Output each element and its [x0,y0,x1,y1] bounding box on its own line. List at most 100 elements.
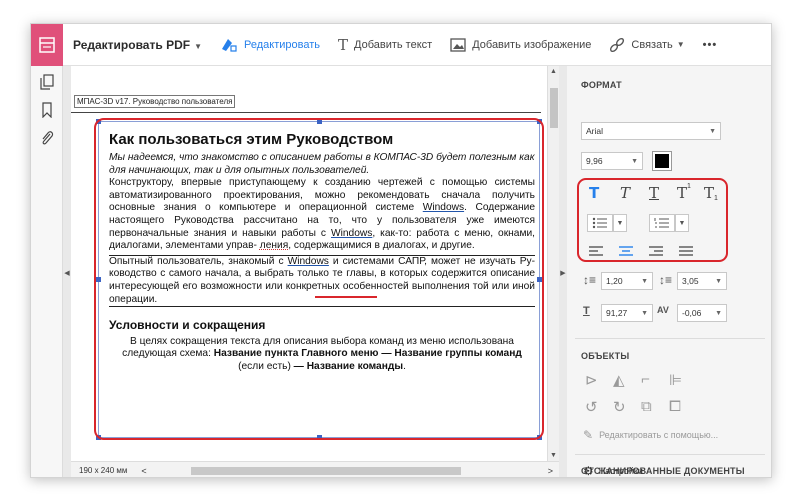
chevron-down-icon: ▼ [641,277,648,285]
paragraph-2: Опытный пользователь, знакомый с Windows… [109,254,535,308]
edit-button[interactable]: Редактировать [220,37,320,53]
acrobat-window: Редактировать PDF ▼ Редактировать T Добав… [30,23,772,478]
scroll-left-arrow[interactable]: < [141,466,146,476]
character-spacing-select[interactable]: -0,06 ▼ [677,304,727,322]
font-family-value: Arial [586,126,604,136]
paragraph-3: В целях сокращения текста для описания в… [109,336,535,374]
edit-pdf-menu[interactable]: Редактировать PDF ▼ [73,38,202,52]
more-icon: ••• [702,38,718,51]
toolbar: Редактировать PDF ▼ Редактировать T Добав… [31,24,771,66]
collapse-right-panel-button[interactable]: ▶ [559,66,567,477]
font-family-select[interactable]: Arial ▼ [581,122,721,140]
scroll-up-arrow[interactable]: ▲ [550,68,557,75]
more-options-button[interactable]: ••• [703,39,718,51]
windows-term: Windows [287,255,329,267]
align-center-icon[interactable] [619,246,633,256]
crop-icon[interactable]: ⌐ [641,371,650,388]
scroll-right-arrow[interactable]: > [548,466,553,476]
settings-button[interactable]: ⚙ Настройки [583,464,643,478]
edit-button-label: Редактировать [244,38,320,51]
flip-horizontal-icon[interactable]: ◭ [613,371,625,389]
paragraph-spacing-value: 3,05 [682,276,699,286]
add-text-button[interactable]: T Добавить текст [338,36,432,54]
add-image-label: Добавить изображение [472,38,592,51]
link-button[interactable]: Связать ▼ [609,37,685,53]
rotate-right-icon[interactable]: ↻ [613,398,626,416]
header-rule [71,112,541,113]
bullet-list-dropdown[interactable]: ▼ [613,214,627,232]
paragraph-spacing-select[interactable]: 3,05 ▼ [677,272,727,290]
edit-cursor-icon [222,38,237,52]
flip-vertical-icon[interactable]: ⊳ [585,371,598,389]
chevron-down-icon: ▼ [641,309,648,317]
vertical-scrollbar[interactable]: ▲ ▼ [547,66,559,461]
add-text-label: Добавить текст [354,38,433,51]
menu-path-bold: Название пункта Главного меню — Название… [213,348,522,360]
font-size-select[interactable]: 9,96 ▼ [581,152,643,170]
rotate-left-icon[interactable]: ↺ [585,398,598,416]
subscript-mark: 1 [714,195,718,202]
subscript-button[interactable]: T [704,184,714,202]
arrange-icon[interactable]: ⧠ [669,398,681,415]
bold-button[interactable]: T [589,184,599,202]
windows-term: Windows [331,227,373,239]
edit-pdf-tool-icon[interactable] [31,24,63,66]
page-size-label: 190 x 240 мм [79,466,128,475]
chevron-down-icon: ▼ [631,157,638,165]
align-right-icon[interactable] [649,246,663,256]
paragraph-spacing-icon: ↕≡ [659,273,673,287]
status-bar: 190 x 240 мм < > [71,461,559,477]
edit-with-button[interactable]: ✎ Редактировать с помощью... [583,428,718,442]
text-run: , содержащимися в диалогах, и другие. [288,240,475,252]
collapse-left-panel-button[interactable]: ◀ [63,66,71,477]
align-justify-icon[interactable] [679,246,693,256]
line-spacing-value: 1,20 [606,276,623,286]
chevron-down-icon: ▼ [715,277,722,285]
line-spacing-icon: ↕≡ [583,273,597,287]
document-viewport[interactable]: МПАС-3D v17. Руководство пользователя Ка… [71,66,547,461]
section-heading: Как пользоваться этим Руководством [109,131,394,148]
text-tool-icon: T [338,35,349,54]
vertical-scroll-thumb[interactable] [550,88,558,128]
pages-icon[interactable] [31,70,63,94]
bookmark-icon[interactable] [31,98,63,122]
font-size-value: 9,96 [586,156,603,166]
numbered-list-dropdown[interactable]: ▼ [675,214,689,232]
format-panel: ФОРМАТ Arial ▼ 9,96 ▼ T T T T 1 T 1 ▼ ▼ ↕≡… [567,66,771,477]
windows-term: Windows [422,202,465,214]
underline-button[interactable]: T [649,184,659,202]
horizontal-scroll-thumb[interactable] [191,467,461,475]
subsection-heading: Условности и сокращения [109,318,266,333]
align-left-icon[interactable] [589,246,603,256]
chevron-down-icon: ▼ [676,40,685,49]
scroll-down-arrow[interactable]: ▼ [550,452,557,459]
image-icon [450,37,466,52]
divider [575,338,765,339]
text-run: ления [259,240,289,252]
gear-icon: ⚙ [583,464,594,478]
format-section-title: ФОРМАТ [581,80,622,90]
numbered-list-button[interactable] [649,214,675,232]
bullet-list-icon [592,217,607,229]
objects-section-title: ОБЪЕКТЫ [581,351,630,361]
character-spacing-value: -0,06 [682,308,702,318]
edit-with-label: Редактировать с помощью... [599,430,719,440]
italic-button[interactable]: T [620,184,630,202]
text-color-swatch[interactable] [653,152,671,170]
text-run: Опытный пользователь, знакомый с [109,255,288,267]
chevron-down-icon: ▼ [194,41,202,51]
attachment-icon[interactable] [31,126,63,150]
horizontal-scale-icon: T [583,305,590,317]
bullet-list-button[interactable] [587,214,613,232]
add-image-button[interactable]: Добавить изображение [450,37,592,52]
replace-image-icon[interactable]: ⧉ [641,398,652,415]
editable-text-content[interactable]: Как пользоваться этим Руководством Мы на… [109,130,535,374]
superscript-button[interactable]: T [677,184,687,202]
pencil-icon: ✎ [583,428,594,442]
pdf-page: МПАС-3D v17. Руководство пользователя Ка… [71,66,547,461]
superscript-mark: 1 [687,183,691,190]
horizontal-scale-select[interactable]: 91,27 ▼ [601,304,653,322]
left-navigation-rail [31,66,63,477]
line-spacing-select[interactable]: 1,20 ▼ [601,272,653,290]
align-objects-icon[interactable]: ⊫ [669,371,682,389]
